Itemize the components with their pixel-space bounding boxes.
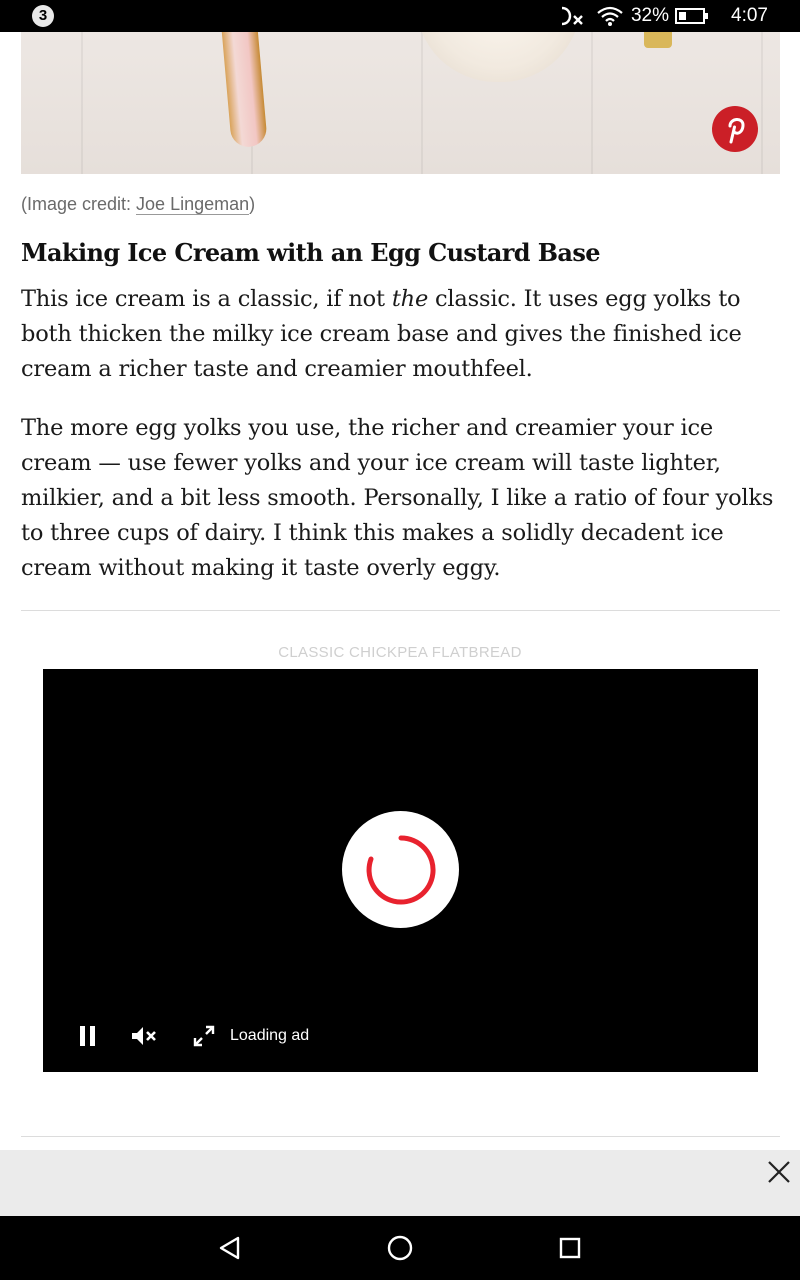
no-data-icon (559, 4, 589, 28)
article-paragraph: The more egg yolks you use, the richer a… (21, 415, 774, 581)
section-heading: Making Ice Cream with an Egg Custard Bas… (21, 238, 601, 267)
ad-banner (0, 1150, 800, 1216)
pinterest-save-button[interactable] (712, 106, 758, 152)
paragraph-text: This ice cream is a classic, if not (21, 286, 392, 312)
battery-percent: 32% (630, 5, 670, 26)
pinterest-icon (722, 114, 748, 144)
mute-icon (132, 1027, 156, 1045)
back-icon (219, 1236, 240, 1260)
video-player[interactable]: Loading ad (43, 669, 758, 1072)
fullscreen-icon (193, 1025, 215, 1047)
article-paragraph: This ice cream is a classic, if not the … (21, 282, 781, 387)
video-controls: Loading ad (43, 1019, 309, 1053)
recents-icon (559, 1237, 581, 1259)
credit-prefix: (Image credit: (21, 194, 137, 214)
divider (21, 610, 780, 611)
ad-close-button[interactable] (766, 1159, 792, 1185)
status-icons: 32% 4:07 (559, 0, 800, 32)
image-credit: (Image credit: Joe Lingeman) (21, 194, 255, 215)
home-button[interactable] (384, 1232, 416, 1264)
divider (21, 1136, 780, 1137)
loading-spinner (342, 811, 459, 928)
wifi-icon (597, 6, 623, 26)
pause-button[interactable] (79, 1024, 97, 1048)
pause-icon (80, 1026, 95, 1046)
credit-suffix: ) (249, 194, 256, 214)
status-bar: 3 32% 4:07 (0, 0, 800, 32)
hero-image (21, 32, 780, 174)
video-title: CLASSIC CHICKPEA FLATBREAD (278, 644, 522, 661)
fullscreen-button[interactable] (192, 1024, 216, 1048)
ice-cream-bowl-image (416, 32, 581, 82)
clock: 4:07 (731, 5, 768, 26)
spoon-image (220, 32, 268, 149)
spoon-image-2 (644, 32, 672, 48)
emphasis-text: the (391, 286, 429, 312)
recents-button[interactable] (554, 1232, 586, 1264)
home-icon (387, 1235, 413, 1261)
mute-button[interactable] (131, 1024, 159, 1048)
spinner-icon (366, 835, 436, 904)
close-icon (768, 1161, 790, 1183)
notification-count-badge: 3 (32, 5, 54, 27)
credit-author-link[interactable]: Joe Lingeman (136, 194, 250, 215)
back-button[interactable] (214, 1232, 246, 1264)
battery-icon (675, 7, 709, 25)
navigation-bar (0, 1216, 800, 1280)
loading-status: Loading ad (230, 1027, 310, 1044)
